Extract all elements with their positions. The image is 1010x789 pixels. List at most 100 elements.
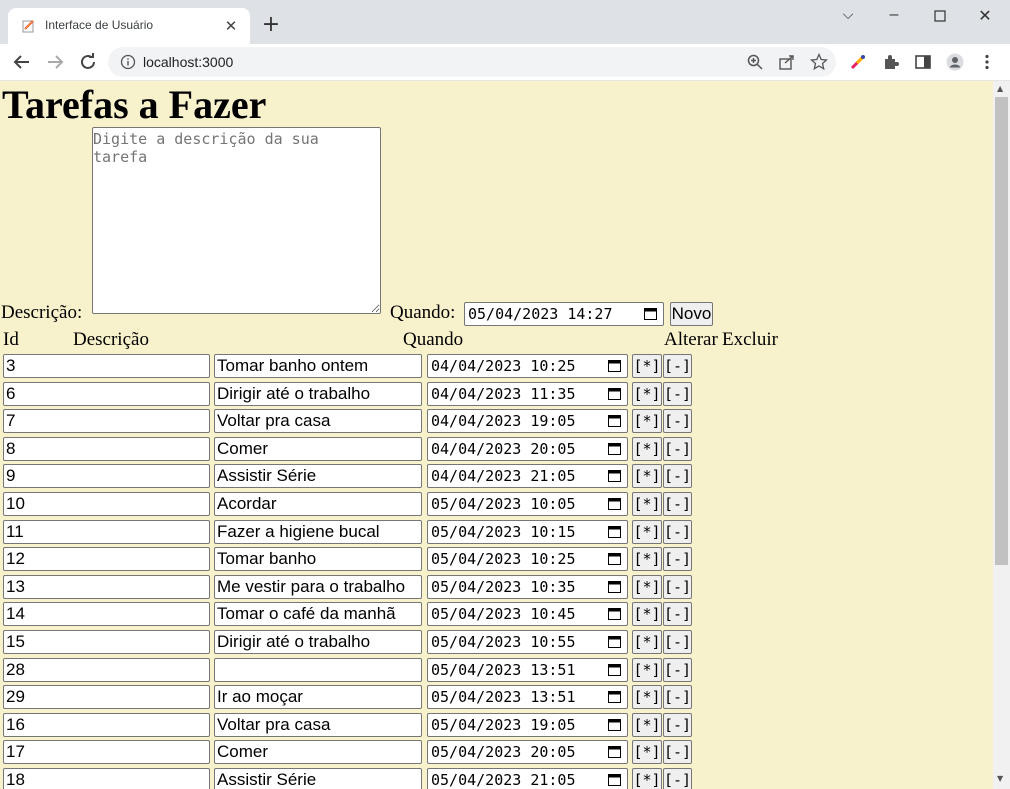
calendar-icon[interactable]	[608, 387, 621, 400]
alterar-button[interactable]: [*]	[632, 464, 662, 488]
id-input[interactable]: 8	[3, 437, 210, 461]
page-scrollbar[interactable]: ▲ ▼	[993, 81, 1010, 789]
calendar-icon[interactable]	[608, 442, 621, 455]
excluir-button[interactable]: [-]	[663, 382, 692, 406]
descricao-input[interactable]: Dirigir até o trabalho	[214, 382, 422, 406]
quando-datetime-input[interactable]: 05/04/2023 14:27	[464, 302, 664, 326]
excluir-button[interactable]: [-]	[663, 437, 692, 461]
close-window-icon[interactable]: ✕	[962, 6, 1008, 28]
alterar-button[interactable]: [*]	[632, 575, 662, 599]
quando-datetime-input[interactable]: 05/04/2023 10:35	[427, 575, 628, 599]
quando-datetime-input[interactable]: 05/04/2023 10:25	[427, 547, 628, 571]
quando-datetime-input[interactable]: 05/04/2023 13:51	[427, 658, 628, 682]
calendar-icon[interactable]	[608, 663, 621, 676]
id-input[interactable]: 11	[3, 520, 210, 544]
id-input[interactable]: 16	[3, 713, 210, 737]
calendar-icon[interactable]	[608, 497, 621, 510]
calendar-icon[interactable]	[608, 580, 621, 593]
quando-datetime-input[interactable]: 05/04/2023 10:45	[427, 602, 628, 626]
scroll-up-icon[interactable]: ▲	[997, 84, 1003, 93]
quando-datetime-input[interactable]: 04/04/2023 10:25	[427, 354, 628, 378]
excluir-button[interactable]: [-]	[663, 740, 692, 764]
descricao-input[interactable]: Voltar pra casa	[214, 409, 422, 433]
alterar-button[interactable]: [*]	[632, 768, 662, 789]
id-input[interactable]: 7	[3, 409, 210, 433]
id-input[interactable]: 18	[3, 768, 210, 789]
descricao-input[interactable]	[214, 658, 422, 682]
quando-datetime-input[interactable]: 05/04/2023 10:05	[427, 492, 628, 516]
excluir-button[interactable]: [-]	[663, 547, 692, 571]
address-bar[interactable]: localhost:3000	[108, 47, 836, 77]
quando-datetime-input[interactable]: 05/04/2023 19:05	[427, 713, 628, 737]
quando-datetime-input[interactable]: 05/04/2023 21:05	[427, 768, 628, 789]
alterar-button[interactable]: [*]	[632, 492, 662, 516]
color-picker-extension-icon[interactable]	[849, 53, 867, 71]
quando-datetime-input[interactable]: 04/04/2023 11:35	[427, 382, 628, 406]
alterar-button[interactable]: [*]	[632, 740, 662, 764]
excluir-button[interactable]: [-]	[663, 492, 692, 516]
forward-icon[interactable]	[43, 50, 67, 74]
quando-datetime-input[interactable]: 04/04/2023 20:05	[427, 437, 628, 461]
id-input[interactable]: 9	[3, 464, 210, 488]
descricao-input[interactable]: Comer	[214, 740, 422, 764]
descricao-input[interactable]: Dirigir até o trabalho	[214, 630, 422, 654]
id-input[interactable]: 10	[3, 492, 210, 516]
excluir-button[interactable]: [-]	[663, 575, 692, 599]
id-input[interactable]: 28	[3, 658, 210, 682]
quando-datetime-input[interactable]: 05/04/2023 20:05	[427, 740, 628, 764]
zoom-icon[interactable]	[746, 53, 764, 71]
excluir-button[interactable]: [-]	[663, 464, 692, 488]
calendar-icon[interactable]	[608, 607, 621, 620]
alterar-button[interactable]: [*]	[632, 602, 662, 626]
alterar-button[interactable]: [*]	[632, 685, 662, 709]
excluir-button[interactable]: [-]	[663, 409, 692, 433]
quando-datetime-input[interactable]: 05/04/2023 10:15	[427, 520, 628, 544]
reload-icon[interactable]	[76, 50, 100, 74]
descricao-input[interactable]: Acordar	[214, 492, 422, 516]
descricao-input[interactable]: Me vestir para o trabalho	[214, 575, 422, 599]
calendar-icon[interactable]	[608, 690, 621, 703]
excluir-button[interactable]: [-]	[663, 630, 692, 654]
descricao-input[interactable]: Tomar banho	[214, 547, 422, 571]
id-input[interactable]: 13	[3, 575, 210, 599]
calendar-icon[interactable]	[608, 552, 621, 565]
calendar-icon[interactable]	[644, 307, 657, 320]
id-input[interactable]: 6	[3, 382, 210, 406]
browser-tab[interactable]: Interface de Usuário ✕	[8, 8, 250, 44]
calendar-icon[interactable]	[608, 635, 621, 648]
id-input[interactable]: 3	[3, 354, 210, 378]
excluir-button[interactable]: [-]	[663, 658, 692, 682]
alterar-button[interactable]: [*]	[632, 658, 662, 682]
excluir-button[interactable]: [-]	[663, 354, 692, 378]
id-input[interactable]: 12	[3, 547, 210, 571]
excluir-button[interactable]: [-]	[663, 602, 692, 626]
calendar-icon[interactable]	[608, 745, 621, 758]
alterar-button[interactable]: [*]	[632, 547, 662, 571]
calendar-icon[interactable]	[608, 525, 621, 538]
calendar-icon[interactable]	[608, 718, 621, 731]
descricao-input[interactable]: Assistir Série	[214, 464, 422, 488]
descricao-input[interactable]: Fazer a higiene bucal	[214, 520, 422, 544]
descricao-input[interactable]: Voltar pra casa	[214, 713, 422, 737]
bookmark-star-icon[interactable]	[810, 53, 828, 71]
side-panel-icon[interactable]	[914, 53, 932, 71]
scroll-thumb[interactable]	[995, 97, 1008, 565]
descricao-input[interactable]: Tomar o café da manhã	[214, 602, 422, 626]
quando-datetime-input[interactable]: 04/04/2023 19:05	[427, 409, 628, 433]
close-tab-icon[interactable]: ✕	[222, 17, 240, 35]
alterar-button[interactable]: [*]	[632, 713, 662, 737]
quando-datetime-input[interactable]: 05/04/2023 13:51	[427, 685, 628, 709]
tab-search-icon[interactable]: ⌵	[825, 6, 871, 28]
excluir-button[interactable]: [-]	[663, 520, 692, 544]
calendar-icon[interactable]	[608, 469, 621, 482]
id-input[interactable]: 14	[3, 602, 210, 626]
profile-avatar-icon[interactable]	[946, 53, 964, 71]
calendar-icon[interactable]	[608, 773, 621, 786]
excluir-button[interactable]: [-]	[663, 768, 692, 789]
descricao-input[interactable]: Comer	[214, 437, 422, 461]
descricao-input[interactable]: Tomar banho ontem	[214, 354, 422, 378]
new-tab-icon[interactable]: +	[259, 14, 283, 38]
scroll-down-icon[interactable]: ▼	[997, 774, 1003, 783]
quando-datetime-input[interactable]: 04/04/2023 21:05	[427, 464, 628, 488]
novo-button[interactable]: Novo	[670, 302, 713, 326]
